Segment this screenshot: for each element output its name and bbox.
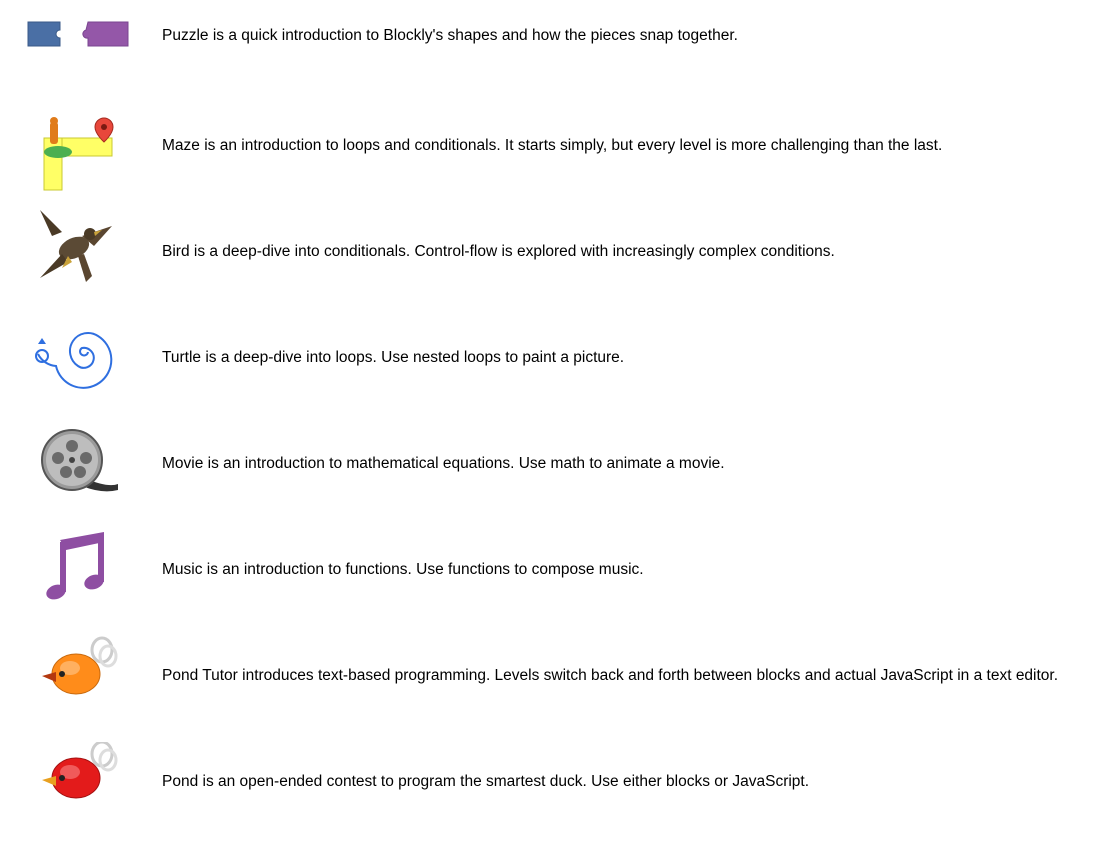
app-list: Puzzle is a quick introduction to Blockl… <box>0 0 1104 819</box>
app-link-movie[interactable]: Movie is an introduction to mathematical… <box>162 455 725 472</box>
app-link-pond[interactable]: Pond is an open-ended contest to program… <box>162 773 809 790</box>
maze-pegman-icon[interactable] <box>22 114 134 198</box>
app-description-pond-tutor: Pond Tutor introduces text-based program… <box>162 666 1058 686</box>
app-link-maze[interactable]: Maze is an introduction to loops and con… <box>162 137 942 154</box>
app-description-puzzle: Puzzle is a quick introduction to Blockl… <box>162 26 738 46</box>
app-description-turtle: Turtle is a deep-dive into loops. Use ne… <box>162 348 624 368</box>
app-description-movie: Movie is an introduction to mathematical… <box>162 454 725 474</box>
app-description-music: Music is an introduction to functions. U… <box>162 560 644 580</box>
app-row-pond-tutor[interactable]: Pond Tutor introduces text-based program… <box>0 636 1104 742</box>
app-row-pond[interactable]: Pond is an open-ended contest to program… <box>0 742 1104 848</box>
app-link-turtle[interactable]: Turtle is a deep-dive into loops. Use ne… <box>162 349 624 366</box>
app-description-bird: Bird is a deep-dive into conditionals. C… <box>162 242 835 262</box>
bird-icon[interactable] <box>22 206 134 290</box>
app-link-pond-tutor[interactable]: Pond Tutor introduces text-based program… <box>162 667 1058 684</box>
app-description-maze: Maze is an introduction to loops and con… <box>162 136 942 156</box>
app-description-pond: Pond is an open-ended contest to program… <box>162 772 809 792</box>
app-row-turtle[interactable]: Turtle is a deep-dive into loops. Use ne… <box>0 318 1104 424</box>
app-link-bird[interactable]: Bird is a deep-dive into conditionals. C… <box>162 243 835 260</box>
app-row-movie[interactable]: Movie is an introduction to mathematical… <box>0 424 1104 530</box>
pond-duck-red-icon[interactable] <box>22 742 134 826</box>
app-row-puzzle[interactable]: Puzzle is a quick introduction to Blockl… <box>0 0 1104 106</box>
app-row-music[interactable]: Music is an introduction to functions. U… <box>0 530 1104 636</box>
music-note-icon[interactable] <box>22 530 134 614</box>
film-reel-icon[interactable] <box>22 424 134 508</box>
app-link-puzzle[interactable]: Puzzle is a quick introduction to Blockl… <box>162 27 738 44</box>
app-row-maze[interactable]: Maze is an introduction to loops and con… <box>0 106 1104 212</box>
turtle-spiral-icon[interactable] <box>22 318 134 402</box>
pond-duck-orange-icon[interactable] <box>22 636 134 720</box>
app-link-music[interactable]: Music is an introduction to functions. U… <box>162 561 644 578</box>
puzzle-pieces-icon[interactable] <box>22 0 134 84</box>
app-row-bird[interactable]: Bird is a deep-dive into conditionals. C… <box>0 210 1104 318</box>
